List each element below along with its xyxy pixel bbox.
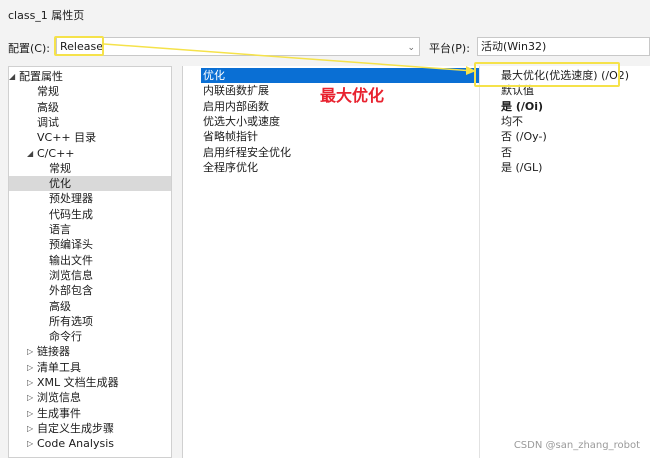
expanded-arrow-icon[interactable]: ◢ <box>27 146 33 161</box>
release-highlight-box <box>54 36 104 56</box>
property-value[interactable]: 是 (/GL) <box>499 160 650 175</box>
tree-item-label: XML 文档生成器 <box>37 376 119 389</box>
tree-item-label: 命令行 <box>49 330 82 344</box>
property-row[interactable]: 优选大小或速度 均不 <box>201 114 650 129</box>
tree-item-label: Code Analysis <box>37 437 114 451</box>
tree-item[interactable]: VC++ 目录 <box>9 130 171 145</box>
tree-item-label: 预处理器 <box>49 192 93 206</box>
property-name: 省略帧指针 <box>203 130 258 144</box>
tree-item-label: 外部包含 <box>49 284 93 298</box>
tree-item-label: 浏览信息 <box>37 391 81 405</box>
tree-item-label: 常规 <box>37 85 59 99</box>
platform-dropdown[interactable]: 活动(Win32) <box>477 37 650 56</box>
tree-item[interactable]: 高级 <box>9 299 171 314</box>
tree-item-label: 输出文件 <box>49 253 93 267</box>
collapsed-arrow-icon[interactable]: ▷ <box>27 344 33 359</box>
watermark: CSDN @san_zhang_robot <box>513 440 640 451</box>
tree-item-label: 代码生成 <box>49 207 93 221</box>
property-name: 启用纤程安全优化 <box>203 145 291 159</box>
tree-item-label: 语言 <box>49 223 71 236</box>
tree-item-label: 生成事件 <box>37 406 81 420</box>
property-row[interactable]: 启用内部函数是 (/Oi) <box>201 99 650 114</box>
expanded-arrow-icon[interactable]: ◢ <box>9 69 15 84</box>
config-label: 配置(C): <box>8 42 50 55</box>
tree-item[interactable]: ◢ 配置属性 <box>9 69 171 84</box>
tree-item[interactable]: 常规 <box>9 161 171 176</box>
tree-item-label: 优化 <box>49 177 71 191</box>
tree-item-label: 清单工具 <box>37 360 81 374</box>
tree-item-label: 链接器 <box>37 345 70 359</box>
platform-value: 活动(Win32) <box>481 40 547 53</box>
tree-item[interactable]: 命令行 <box>9 329 171 344</box>
tree-item[interactable]: 浏览信息 <box>9 268 171 283</box>
collapsed-arrow-icon[interactable]: ▷ <box>27 436 33 451</box>
tree-item[interactable]: 语言 <box>9 222 171 237</box>
collapsed-arrow-icon[interactable]: ▷ <box>27 390 33 405</box>
property-row[interactable]: 全程序优化 是 (/GL) <box>201 160 650 175</box>
title-bar: class_1 属性页 <box>0 0 650 28</box>
collapsed-arrow-icon[interactable]: ▷ <box>27 360 33 375</box>
tree-item-label: 高级 <box>49 299 71 313</box>
property-tree: ◢ 配置属性 常规 高级 调试 VC++ 目录 ◢ C/C++ 常规 优化 预处理器 代码生成 语言 预编… <box>8 66 172 458</box>
tree-item[interactable]: ▷ 清单工具 <box>9 360 171 375</box>
tree-item[interactable]: 常规 <box>9 84 171 99</box>
tree-item[interactable]: ▷ XML 文档生成器 <box>9 375 171 390</box>
property-name: 全程序优化 <box>203 160 258 174</box>
property-value[interactable]: 均不 <box>499 114 650 129</box>
annotation-text: 最大优化 <box>320 86 385 105</box>
tree-item[interactable]: ◢ C/C++ <box>9 146 171 161</box>
tree-item-label: 高级 <box>37 100 59 114</box>
property-row[interactable]: 启用纤程安全优化 否 <box>201 145 650 160</box>
tree-item[interactable]: 预处理器 <box>9 191 171 206</box>
tree-item-label: 常规 <box>49 161 71 175</box>
collapsed-arrow-icon[interactable]: ▷ <box>27 406 33 421</box>
collapsed-arrow-icon[interactable]: ▷ <box>27 421 33 436</box>
optimization-highlight-box <box>474 62 620 87</box>
config-dropdown[interactable]: Release ⌄ <box>56 37 420 56</box>
tree-item[interactable]: 代码生成 <box>9 207 171 222</box>
property-value[interactable]: 否 (/Oy-) <box>499 129 650 144</box>
tree-item-label: 浏览信息 <box>49 268 93 282</box>
tree-item[interactable]: 所有选项 <box>9 314 171 329</box>
tree-item[interactable]: ▷ 自定义生成步骤 <box>9 421 171 436</box>
tree-item[interactable]: 输出文件 <box>9 253 171 268</box>
tree-item-label: VC++ 目录 <box>37 131 97 145</box>
collapsed-arrow-icon[interactable]: ▷ <box>27 375 33 390</box>
window-title: class_1 属性页 <box>8 9 85 22</box>
property-grid: 优化 最大优化(优选速度) (/O2) 内联函数扩展 默认值 启用内部函数是 (/Oi)… <box>182 66 650 458</box>
tree-item-label: 预编译头 <box>49 238 93 252</box>
tree-item[interactable]: 外部包含 <box>9 283 171 298</box>
tree-item[interactable]: ▷ 生成事件 <box>9 406 171 421</box>
tree-item[interactable]: ▷ Code Analysis <box>9 436 171 451</box>
platform-label: 平台(P): <box>429 42 470 55</box>
tree-item[interactable]: 调试 <box>9 115 171 130</box>
tree-item[interactable]: ▷ 链接器 <box>9 344 171 359</box>
tree-item[interactable]: ▷ 浏览信息 <box>9 390 171 405</box>
property-value[interactable]: 否 <box>499 145 650 160</box>
tree-item-label: 配置属性 <box>19 70 63 83</box>
tree-item-label: 自定义生成步骤 <box>37 421 114 435</box>
tree-item[interactable]: 预编译头 <box>9 237 171 252</box>
tree-item-label: 调试 <box>37 115 59 129</box>
tree-item[interactable]: 高级 <box>9 100 171 115</box>
property-name: 优选大小或速度 <box>203 114 280 128</box>
tree-item[interactable]: 优化 <box>9 176 171 192</box>
tree-item-label: C/C++ <box>37 146 75 160</box>
chevron-down-icon: ⌄ <box>407 43 415 53</box>
property-value[interactable]: 是 (/Oi) <box>499 99 650 114</box>
property-row[interactable]: 省略帧指针 否 (/Oy-) <box>201 129 650 144</box>
property-name: 优化 <box>201 68 479 83</box>
tree-item-label: 所有选项 <box>49 314 93 328</box>
